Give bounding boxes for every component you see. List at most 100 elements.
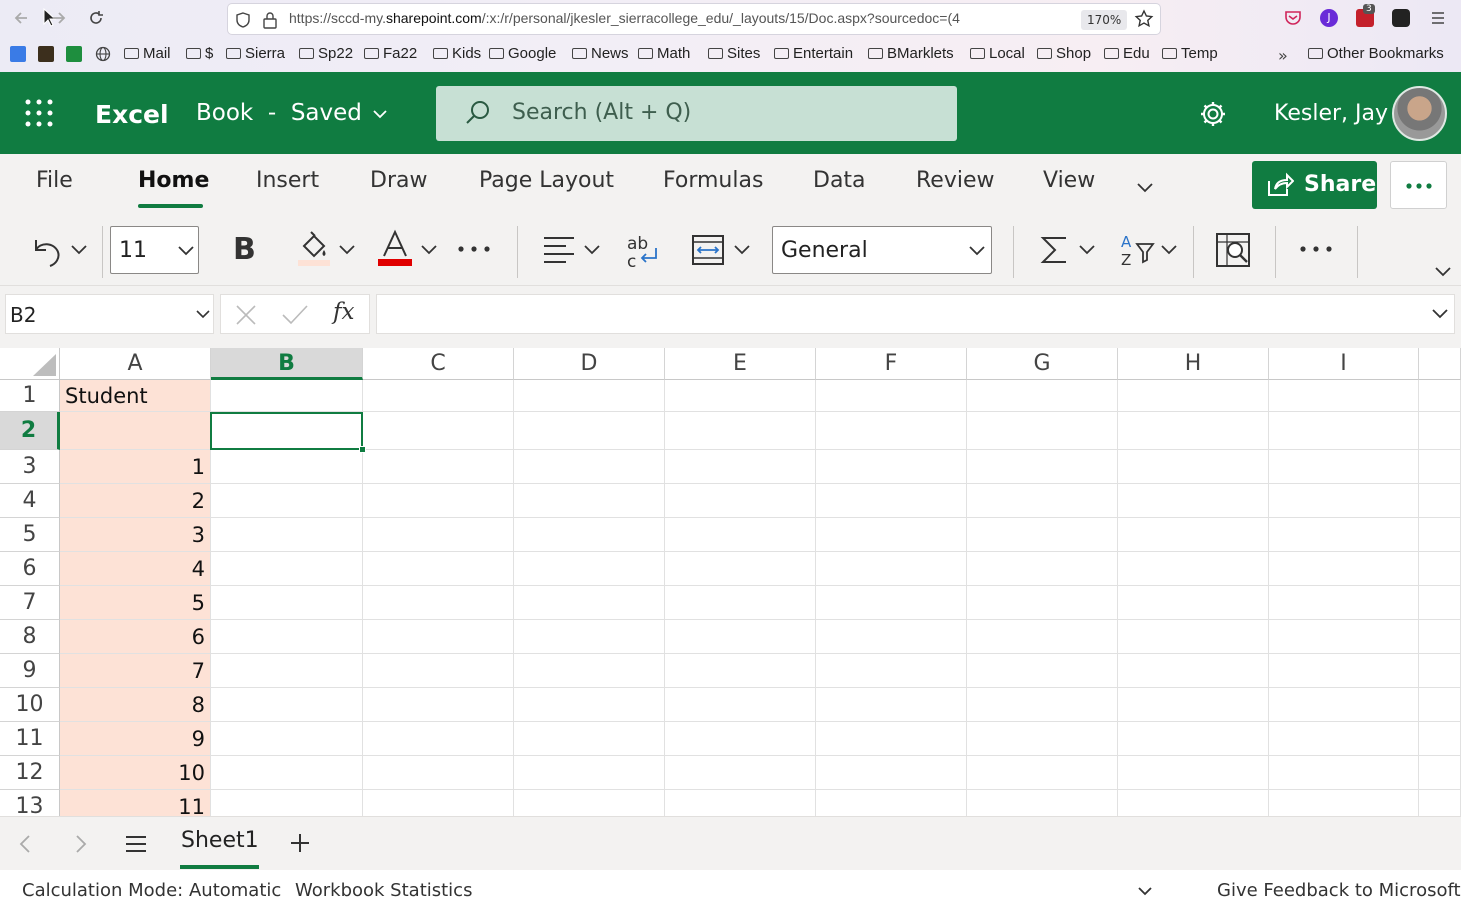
grid-cell[interactable]	[363, 412, 514, 450]
grid-cell[interactable]	[514, 790, 665, 816]
grid-cell[interactable]	[816, 380, 967, 412]
grid-cell[interactable]	[1419, 518, 1461, 552]
grid-cell[interactable]	[363, 688, 514, 722]
more-options-button[interactable]	[1390, 161, 1447, 209]
other-bookmarks[interactable]: Other Bookmarks	[1308, 45, 1444, 62]
tab-data[interactable]: Data	[813, 168, 866, 193]
grid-cell[interactable]	[514, 518, 665, 552]
grid-cell[interactable]	[967, 380, 1118, 412]
font-color-chevron-icon[interactable]	[420, 244, 438, 256]
undo-chevron-icon[interactable]	[70, 244, 88, 256]
forward-icon[interactable]	[48, 8, 68, 28]
grid-cell[interactable]	[665, 620, 816, 654]
formula-expand-chevron-icon[interactable]	[1431, 308, 1449, 320]
globe-bookmark-icon[interactable]	[95, 46, 111, 62]
grid-cell[interactable]	[816, 688, 967, 722]
grid-cell[interactable]	[967, 450, 1118, 484]
grid-cell[interactable]	[1118, 484, 1269, 518]
grid-cell[interactable]	[363, 620, 514, 654]
autosum-icon[interactable]	[1040, 234, 1068, 266]
row-header[interactable]: 5	[0, 518, 60, 552]
bookmark-item[interactable]: Edu	[1104, 45, 1150, 62]
grid-cell[interactable]	[816, 586, 967, 620]
document-title[interactable]: Book - Saved	[196, 100, 362, 126]
grid-cell[interactable]	[211, 552, 363, 586]
grid-cell[interactable]	[1269, 412, 1419, 450]
font-size-select[interactable]: 11	[110, 226, 199, 274]
grid-cell[interactable]	[211, 722, 363, 756]
reload-icon[interactable]	[86, 8, 106, 28]
grid-cell[interactable]	[514, 654, 665, 688]
fill-handle[interactable]	[359, 446, 366, 453]
spreadsheet-grid[interactable]: ABCDEFGHI 1 2 3 4 5 6 7 8 9 10 11 12 13 Student 1 2 3 4 5…	[0, 348, 1461, 816]
grid-cell[interactable]	[816, 518, 967, 552]
bookmark-item[interactable]: $	[186, 45, 213, 62]
grid-cell[interactable]	[816, 620, 967, 654]
grid-cell[interactable]	[514, 688, 665, 722]
select-all-corner[interactable]	[0, 348, 60, 380]
bookmark-item[interactable]: Math	[638, 45, 690, 62]
bookmark-item[interactable]: Google	[489, 45, 556, 62]
grid-cell[interactable]	[967, 620, 1118, 654]
grid-cell[interactable]	[665, 688, 816, 722]
grid-cell[interactable]	[665, 722, 816, 756]
sort-filter-icon[interactable]: AZ	[1120, 232, 1156, 268]
grid-cell[interactable]	[363, 790, 514, 816]
grid-cell[interactable]	[967, 688, 1118, 722]
grid-cell[interactable]	[1269, 586, 1419, 620]
bold-icon[interactable]: B	[233, 232, 256, 267]
extension-mask-icon[interactable]	[1392, 9, 1410, 27]
grid-cell[interactable]	[1118, 552, 1269, 586]
more-tabs-chevron-icon[interactable]	[1136, 182, 1154, 194]
merge-center-icon[interactable]	[692, 234, 724, 266]
bookmark-item[interactable]: Fa22	[364, 45, 417, 62]
grid-cell[interactable]	[514, 722, 665, 756]
grid-cell[interactable]: 10	[60, 756, 211, 790]
grid-cell[interactable]	[665, 412, 816, 450]
wu-bookmark-icon[interactable]	[38, 46, 54, 62]
grid-cell[interactable]	[363, 518, 514, 552]
grid-cell[interactable]	[1419, 756, 1461, 790]
number-format-select[interactable]: General	[772, 226, 992, 274]
grid-cell[interactable]	[967, 654, 1118, 688]
bookmark-item[interactable]: Entertain	[774, 45, 853, 62]
row-header[interactable]: 3	[0, 450, 60, 484]
row-header[interactable]: 1	[0, 380, 60, 412]
name-box[interactable]: B2	[5, 294, 214, 334]
tab-draw[interactable]: Draw	[370, 168, 427, 193]
grid-cell[interactable]	[665, 790, 816, 816]
grid-cell[interactable]	[363, 586, 514, 620]
grid-cell[interactable]: 1	[60, 450, 211, 484]
sort-filter-chevron-icon[interactable]	[1160, 244, 1178, 256]
grid-cell[interactable]	[1419, 412, 1461, 450]
bookmark-item[interactable]: BMarklets	[868, 45, 954, 62]
app-name[interactable]: Excel	[95, 100, 169, 129]
grid-cell[interactable]	[1269, 722, 1419, 756]
grid-cell[interactable]: 9	[60, 722, 211, 756]
grid-cell[interactable]	[816, 790, 967, 816]
tab-home[interactable]: Home	[138, 168, 209, 193]
grid-cell[interactable]	[1419, 688, 1461, 722]
grid-cell[interactable]: 4	[60, 552, 211, 586]
grid-cell[interactable]	[60, 412, 211, 450]
grid-cell[interactable]: 11	[60, 790, 211, 816]
grid-cell[interactable]	[1419, 722, 1461, 756]
grid-cell[interactable]	[514, 450, 665, 484]
grid-cell[interactable]	[211, 380, 363, 412]
grid-cell[interactable]	[967, 722, 1118, 756]
grid-cell[interactable]	[665, 518, 816, 552]
grid-cell[interactable]	[1269, 484, 1419, 518]
grid-cell[interactable]	[816, 756, 967, 790]
column-header[interactable]: G	[967, 348, 1118, 380]
settings-gear-icon[interactable]	[1198, 99, 1228, 129]
add-sheet-icon[interactable]	[290, 833, 310, 853]
column-header[interactable]: C	[363, 348, 514, 380]
column-header[interactable]: F	[816, 348, 967, 380]
sheet-tab-sheet1[interactable]: Sheet1	[181, 828, 259, 853]
grid-cell[interactable]	[816, 654, 967, 688]
calculation-mode[interactable]: Calculation Mode: Automatic	[22, 880, 281, 901]
zoom-level[interactable]: 170%	[1081, 10, 1128, 30]
grid-cell[interactable]	[816, 722, 967, 756]
grid-cell[interactable]	[665, 552, 816, 586]
bookmark-item[interactable]: Temp	[1162, 45, 1218, 62]
